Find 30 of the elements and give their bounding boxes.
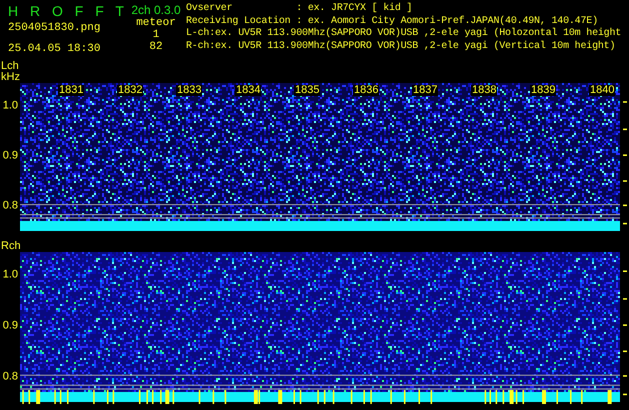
time-label: 1840 xyxy=(589,85,616,96)
file-name: 2504051830.png xyxy=(8,22,102,34)
axis-tick-label: 0.8 xyxy=(2,200,18,212)
time-label: 1834 xyxy=(235,85,262,96)
time-label: 1839 xyxy=(530,85,556,96)
app-title: H R O F F T xyxy=(8,3,129,19)
meteor-label: meteor xyxy=(136,17,176,29)
axis-tick-label: 0.9 xyxy=(2,320,18,332)
axis-tick-label: 0.8 xyxy=(2,371,18,382)
station-info: Ovserver : ex. JR7CYX [ kid ] xyxy=(186,3,414,16)
time-label: 1831 xyxy=(58,85,84,96)
meteor-count: 1 xyxy=(152,29,160,41)
station-info: L-ch:ex. UV5R 113.900Mhz(SAPPORO VOR)USB ,2-ele yagi (Holozontal 10m height xyxy=(186,28,622,40)
time-label: 1838 xyxy=(471,85,498,96)
time-label: 1836 xyxy=(353,85,380,96)
axis-tick-label: 1.0 xyxy=(2,270,18,281)
time-label: 1835 xyxy=(294,85,320,96)
version-label: 2ch 0.3.0 xyxy=(131,3,181,17)
time-label: 1832 xyxy=(117,85,144,96)
axis-tick-label: 1.0 xyxy=(2,100,18,112)
station-info: Receiving Location : ex. Aomori City Aomori-Pref.JAPAN(40.49N, 140.47E) xyxy=(186,16,599,28)
unit-label: kHz xyxy=(0,72,21,83)
date-time: 25.04.05 18:30 xyxy=(8,43,102,55)
station-info: R-ch:ex. UV5R 113.900Mhz(SAPPORO VOR)USB ,2-ele yagi (Vertical 10m height) xyxy=(186,40,616,53)
channel-label: Rch xyxy=(0,241,22,252)
axis-tick-label: 0.9 xyxy=(2,150,18,162)
time-label: 1837 xyxy=(412,85,438,96)
meteor-count: 82 xyxy=(149,41,163,53)
time-label: 1833 xyxy=(176,85,202,96)
channel-label: Lch xyxy=(0,61,20,72)
